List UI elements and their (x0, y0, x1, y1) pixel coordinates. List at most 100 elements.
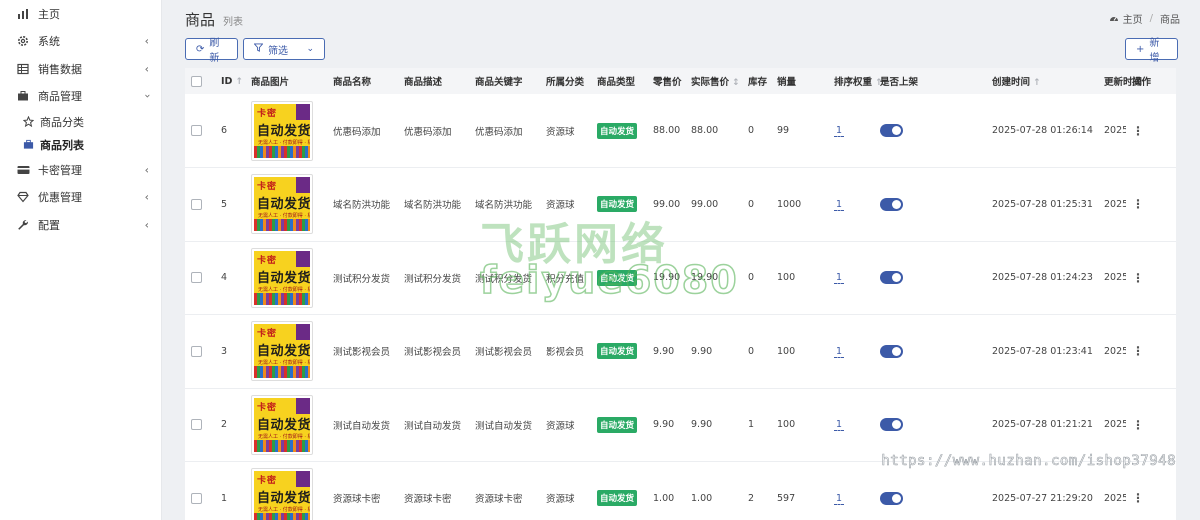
sort-weight-editable[interactable]: 1 (834, 198, 845, 211)
chart-bar-icon (16, 7, 30, 21)
cell-created: 2025-07-28 01:21:21 (992, 419, 1093, 431)
cell-updated: 2025-07-28 01:31:06 (1104, 492, 1126, 504)
breadcrumb: 主页 / 商品 (1109, 11, 1180, 26)
sidebar-item-home[interactable]: 主页 (0, 0, 161, 28)
sidebar-item-label: 优惠管理 (38, 191, 82, 205)
sidebar-item-product-management[interactable]: 商品管理 ‹ (0, 83, 161, 111)
column-header-id[interactable]: ID ↑ (215, 68, 245, 94)
sidebar-item-label: 主页 (38, 7, 60, 21)
table-row: 6 卡密自动发货无需人工 · 付款即得 · 极速到账 优惠码添加 优惠码添加 优惠码添加… (185, 94, 1176, 168)
sidebar-item-discount-management[interactable]: 优惠管理 ‹ (0, 184, 161, 212)
sort-weight-editable[interactable]: 1 (834, 272, 845, 285)
product-image[interactable]: 卡密自动发货无需人工 · 付款即得 · 极速到账 (251, 247, 313, 308)
more-actions-icon[interactable]: ⋮ (1132, 418, 1144, 432)
type-badge: 自动发货 (597, 122, 638, 139)
sort-weight-editable[interactable]: 1 (834, 345, 845, 358)
cell-stock: 1 (748, 419, 755, 431)
cell-actions: ⋮ (1126, 462, 1176, 520)
cell-image: 卡密自动发货无需人工 · 付款即得 · 极速到账 (245, 168, 327, 242)
product-image[interactable]: 卡密自动发货无需人工 · 付款即得 · 极速到账 (251, 321, 313, 382)
row-checkbox-cell[interactable] (185, 315, 215, 389)
cell-created: 2025-07-28 01:25:31 (992, 198, 1093, 210)
sidebar-item-sales-data[interactable]: 销售数据 ‹ (0, 55, 161, 83)
product-image[interactable]: 卡密自动发货无需人工 · 付款即得 · 极速到账 (251, 100, 313, 161)
row-checkbox-cell[interactable] (185, 241, 215, 315)
main-content: 商品 列表 主页 / 商品 ⟳ 刷新 筛选 ⌄ + 新增 ID ↑ 商品图片 商… (163, 0, 1200, 520)
row-checkbox[interactable] (191, 345, 202, 357)
product-image[interactable]: 卡密自动发货无需人工 · 付款即得 · 极速到账 (251, 468, 313, 520)
listed-toggle[interactable] (880, 124, 903, 137)
breadcrumb-home-link[interactable]: 主页 (1123, 11, 1143, 26)
select-all-checkbox-cell[interactable] (185, 68, 215, 94)
row-checkbox[interactable] (191, 492, 202, 504)
column-header-sort-weight[interactable]: 排序权重 ↑ (828, 68, 883, 94)
cell-keywords: 测试自动发货 (475, 420, 533, 432)
cell-sort-weight: 1 (828, 388, 874, 462)
cell-listed (874, 462, 986, 520)
sidebar-item-product-category[interactable]: 商品分类 (0, 110, 161, 133)
filter-button[interactable]: 筛选 ⌄ (243, 38, 325, 60)
more-actions-icon[interactable]: ⋮ (1132, 197, 1144, 211)
cell-category: 资源球 (546, 420, 575, 432)
listed-toggle[interactable] (880, 344, 903, 358)
product-image[interactable]: 卡密自动发货无需人工 · 付款即得 · 极速到账 (251, 174, 313, 235)
column-header-keywords: 商品关键字 (475, 77, 523, 88)
plus-icon: + (1136, 43, 1145, 55)
more-actions-icon[interactable]: ⋮ (1132, 491, 1144, 505)
more-actions-icon[interactable]: ⋮ (1132, 271, 1144, 285)
cell-id: 6 (221, 125, 228, 136)
cell-listed (874, 94, 986, 168)
sidebar-item-config[interactable]: 配置 ‹ (0, 211, 161, 239)
row-checkbox-cell[interactable] (185, 462, 215, 520)
row-checkbox-cell[interactable] (185, 388, 215, 462)
cell-retail-price: 9.90 (653, 345, 675, 357)
listed-toggle[interactable] (880, 491, 903, 505)
cell-name: 测试积分发货 (333, 273, 391, 285)
listed-toggle[interactable] (880, 418, 903, 432)
add-button[interactable]: + 新增 (1125, 38, 1178, 64)
cell-listed (874, 315, 986, 389)
cell-actions: ⋮ (1126, 388, 1176, 462)
column-header-category: 所属分类 (546, 77, 585, 88)
row-checkbox-cell[interactable] (185, 168, 215, 242)
sort-weight-editable[interactable]: 1 (834, 492, 845, 505)
more-actions-icon[interactable]: ⋮ (1132, 124, 1144, 138)
sidebar-item-system[interactable]: 系统 ‹ (0, 28, 161, 56)
sort-icon[interactable]: ↑ (1033, 78, 1041, 88)
cell-type: 自动发货 (591, 462, 647, 520)
sort-icon[interactable]: ↕ (732, 78, 740, 88)
sidebar-item-card-key-management[interactable]: 卡密管理 ‹ (0, 156, 161, 184)
column-header-updated: 更新时间 (1104, 77, 1143, 88)
column-header-sales: 销量 (777, 77, 797, 88)
row-checkbox[interactable] (191, 419, 202, 431)
row-checkbox[interactable] (191, 198, 202, 210)
cell-type: 自动发货 (591, 388, 647, 462)
refresh-label: 刷新 (209, 38, 220, 64)
cell-actual-price: 19.90 (691, 272, 719, 284)
cell-id: 1 (221, 492, 228, 504)
row-checkbox[interactable] (191, 125, 202, 136)
row-checkbox-cell[interactable] (185, 94, 215, 168)
row-checkbox[interactable] (191, 272, 202, 284)
sort-weight-editable[interactable]: 1 (834, 125, 845, 137)
column-header-created[interactable]: 创建时间 ↑ (986, 68, 1098, 94)
sidebar-item-product-list[interactable]: 商品列表 (0, 133, 161, 156)
table-row: 5 卡密自动发货无需人工 · 付款即得 · 极速到账 域名防洪功能 域名防洪功能 域名防… (185, 168, 1176, 242)
sort-weight-editable[interactable]: 1 (834, 419, 845, 432)
cell-category: 资源球 (546, 200, 575, 212)
cell-description: 测试积分发货 (404, 273, 462, 285)
cell-sort-weight: 1 (828, 462, 874, 520)
cell-retail-price: 88.00 (653, 125, 681, 136)
listed-toggle[interactable] (880, 197, 903, 211)
select-all-checkbox[interactable] (191, 75, 202, 87)
more-actions-icon[interactable]: ⋮ (1132, 344, 1144, 358)
add-label: 新增 (1149, 38, 1160, 64)
column-header-description: 商品描述 (404, 77, 443, 88)
refresh-button[interactable]: ⟳ 刷新 (185, 38, 238, 64)
product-image[interactable]: 卡密自动发货无需人工 · 付款即得 · 极速到账 (251, 394, 313, 455)
cell-description: 资源球卡密 (404, 494, 452, 506)
listed-toggle[interactable] (880, 271, 903, 285)
cell-image: 卡密自动发货无需人工 · 付款即得 · 极速到账 (245, 94, 327, 168)
sort-icon[interactable]: ↑ (235, 77, 243, 87)
column-header-actual-price[interactable]: 实际售价 ↕ (685, 68, 742, 94)
